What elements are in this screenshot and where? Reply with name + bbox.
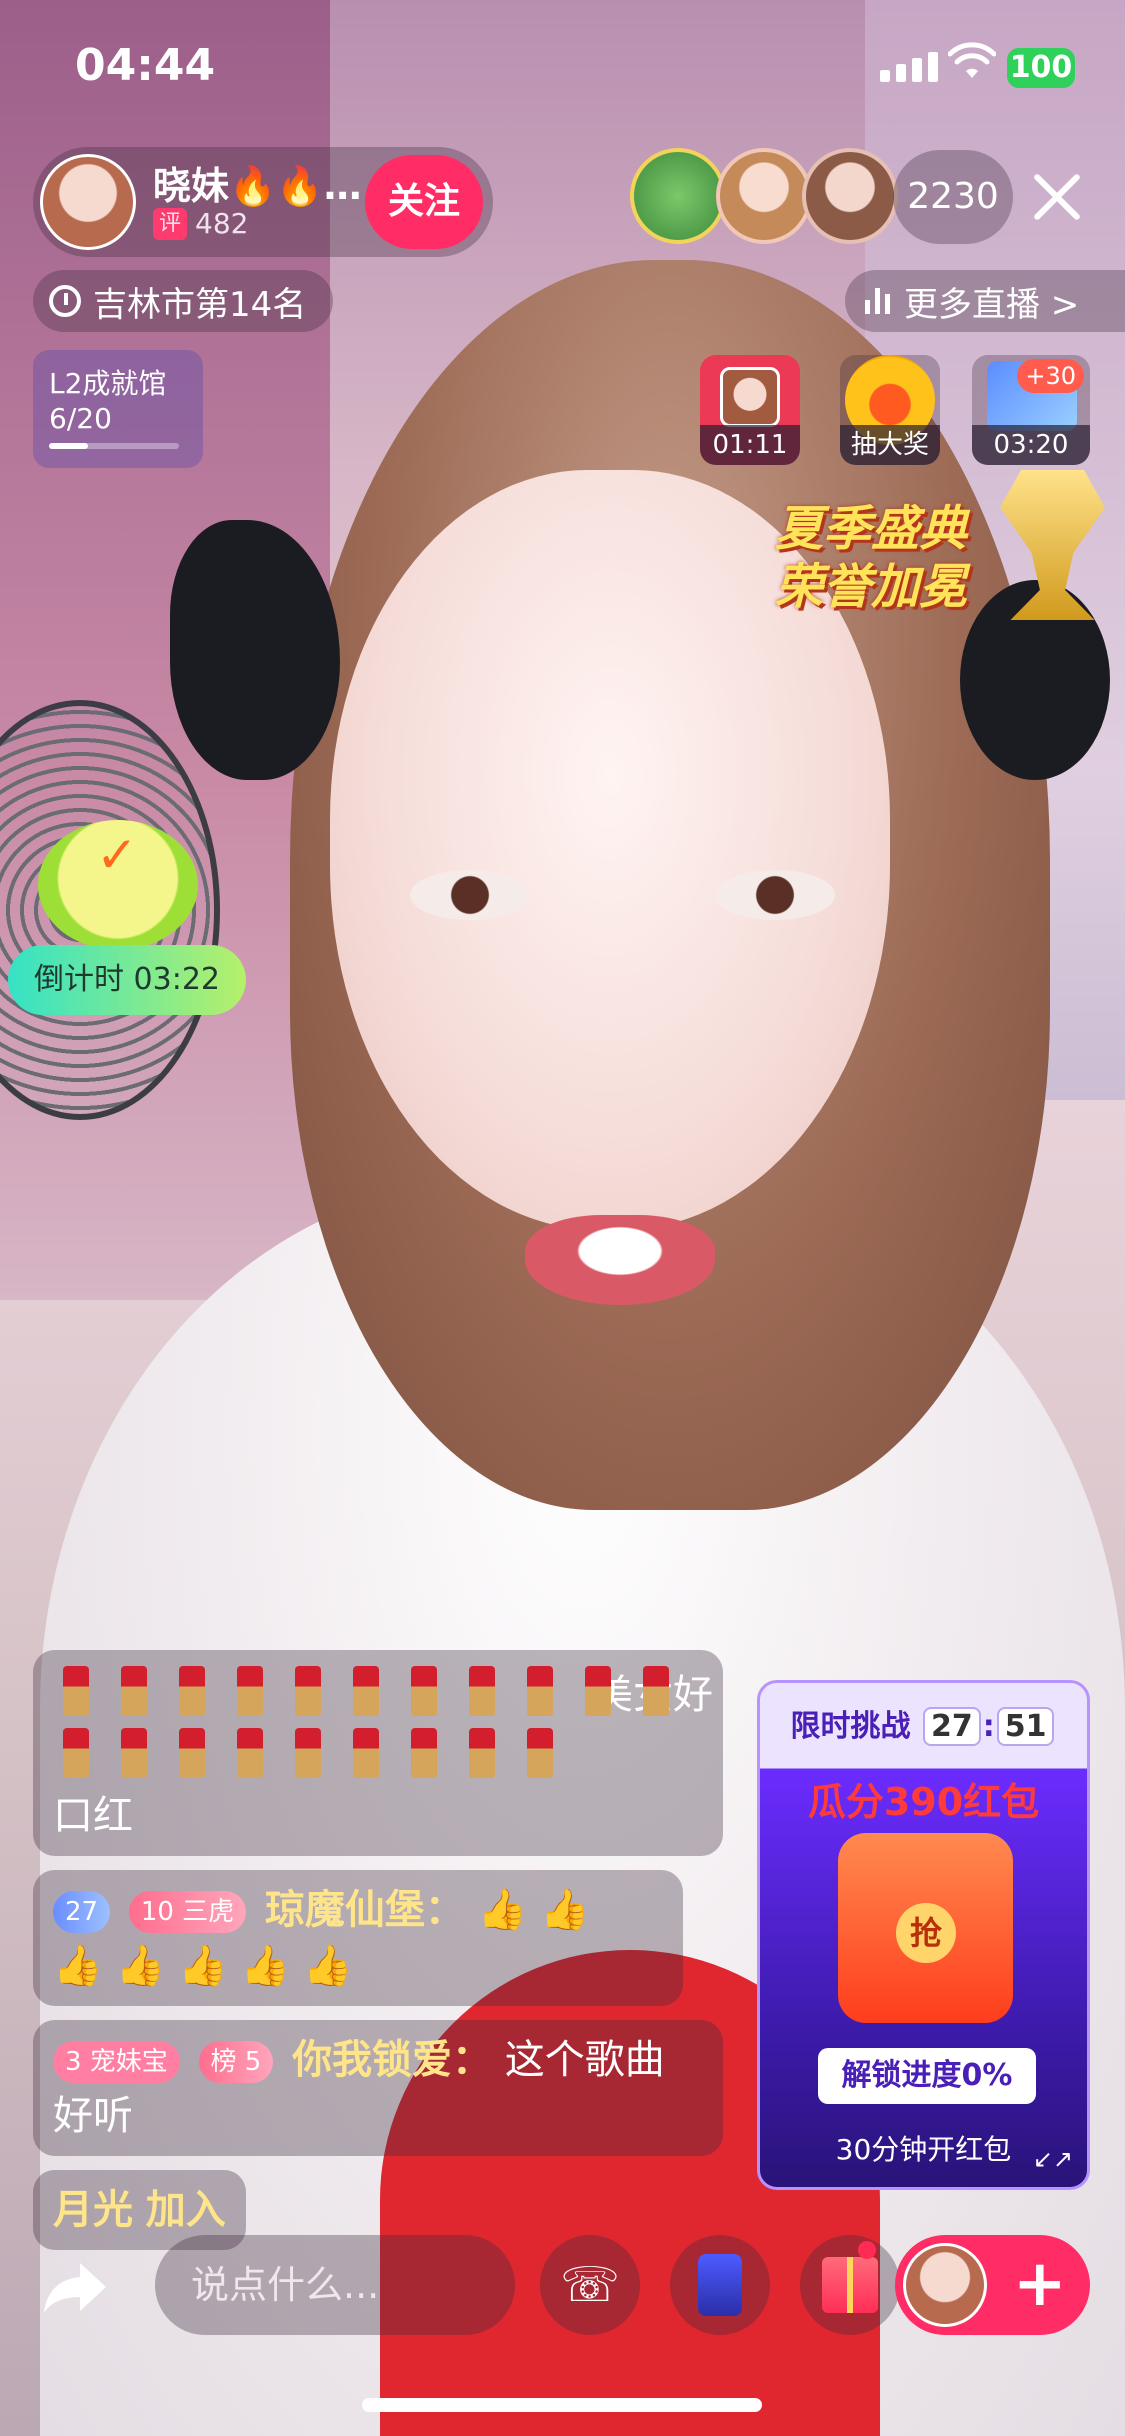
status-time: 04:44 bbox=[75, 40, 216, 91]
lipstick-icon bbox=[121, 1666, 147, 1716]
thumbs-up-icon: 👍 👍 bbox=[477, 1887, 590, 1933]
notification-dot bbox=[858, 2241, 876, 2259]
chat-message[interactable]: 3 宠妹宝 榜 5 你我锁爱： 这个歌曲 好听 bbox=[33, 2020, 723, 2156]
lipstick-icon bbox=[527, 1728, 553, 1778]
home-indicator[interactable] bbox=[362, 2398, 762, 2412]
viewer-avatar[interactable] bbox=[630, 148, 726, 244]
lipstick-icon bbox=[353, 1728, 379, 1778]
viewer-avatar[interactable] bbox=[802, 148, 898, 244]
lipstick-icon bbox=[237, 1728, 263, 1778]
rating-badge: 评 bbox=[153, 207, 187, 240]
join-text: 加入 bbox=[145, 2187, 226, 2233]
red-envelope-icon[interactable] bbox=[838, 1833, 1013, 2023]
host-rating: 评 482 bbox=[153, 207, 248, 240]
timer-seconds: 51 bbox=[996, 1707, 1055, 1746]
avatar bbox=[903, 2243, 987, 2327]
timer-tile-pk[interactable]: 01:11 bbox=[700, 355, 800, 465]
viewer-avatar[interactable] bbox=[716, 148, 812, 244]
join-username[interactable]: 月光 bbox=[53, 2187, 133, 2233]
more-live-button[interactable]: 更多直播 > bbox=[845, 270, 1125, 332]
lipstick-icon bbox=[295, 1666, 321, 1716]
lipstick-icon bbox=[179, 1728, 205, 1778]
thumbs-up-icon: 👍 👍 👍 👍 👍 bbox=[53, 1943, 353, 1989]
more-live-label: 更多直播 > bbox=[904, 284, 1080, 325]
clock-icon bbox=[49, 285, 81, 317]
festival-card-icon[interactable] bbox=[670, 2235, 770, 2335]
challenge-header: 限时挑战 27:51 bbox=[760, 1701, 1087, 1746]
lipstick-icon bbox=[179, 1666, 205, 1716]
lipstick-icon bbox=[353, 1666, 379, 1716]
chat-text: 这个歌曲 bbox=[504, 2037, 665, 2083]
chat-list: 美女好 口红 27 10 三虎 琼魔仙堡： 👍 👍 👍 👍 👍 👍 👍 3 宠妹… bbox=[33, 1650, 723, 2264]
lipstick-icon bbox=[121, 1728, 147, 1778]
cellular-signal-icon bbox=[880, 52, 938, 82]
bar-chart-icon bbox=[865, 288, 890, 314]
chat-message[interactable]: 27 10 三虎 琼魔仙堡： 👍 👍 👍 👍 👍 👍 👍 bbox=[33, 1870, 683, 2006]
fan-club-badge: 3 宠妹宝 bbox=[53, 2041, 180, 2083]
tile-badge: +30 bbox=[1017, 359, 1084, 393]
level-task-progress: 6/20 bbox=[49, 402, 112, 435]
lipstick-icon bbox=[469, 1666, 495, 1716]
status-bar: 04:44 100 bbox=[0, 0, 1125, 130]
bottom-bar: 说点什么... ☏ + bbox=[0, 2235, 1125, 2345]
fan-level-badge: 27 bbox=[53, 1891, 111, 1933]
lipstick-icon bbox=[643, 1666, 669, 1716]
rank-badge: 榜 5 bbox=[198, 2041, 274, 2083]
chat-message[interactable]: 美女好 口红 bbox=[33, 1650, 723, 1856]
lipstick-icon bbox=[63, 1728, 89, 1778]
collapse-icon[interactable]: ↙↗ bbox=[1033, 2145, 1073, 2173]
chat-username[interactable]: 你我锁爱： bbox=[292, 2037, 492, 2083]
level-task-title: L2成就馆 bbox=[49, 367, 167, 400]
chat-text: 好听 bbox=[53, 2093, 133, 2139]
lipstick-icon bbox=[237, 1666, 263, 1716]
battery-indicator: 100 bbox=[1007, 48, 1075, 88]
gift-icon[interactable] bbox=[800, 2235, 900, 2335]
chat-username[interactable]: 琼魔仙堡： bbox=[265, 1887, 465, 1933]
unlock-progress: 解锁进度0% bbox=[818, 2048, 1036, 2104]
lipstick-gift-icons: 美女好 bbox=[53, 1662, 743, 1788]
comment-input[interactable]: 说点什么... bbox=[155, 2235, 515, 2335]
follow-button[interactable]: 关注 bbox=[365, 155, 483, 249]
challenge-title: 限时挑战 bbox=[790, 1709, 911, 1744]
tile-label: 01:11 bbox=[700, 425, 800, 465]
host-avatar[interactable] bbox=[40, 154, 136, 250]
promo-line1: 夏季盛典 bbox=[775, 501, 968, 557]
lipstick-icon bbox=[585, 1666, 611, 1716]
check-mascot-icon[interactable] bbox=[38, 820, 198, 950]
level-task-card[interactable]: L2成就馆 6/20 bbox=[33, 350, 203, 468]
lipstick-icon bbox=[295, 1728, 321, 1778]
popularity-tile[interactable]: +30 03:20 bbox=[972, 355, 1090, 465]
lipstick-icon bbox=[411, 1728, 437, 1778]
add-button[interactable]: + bbox=[895, 2235, 1090, 2335]
lipstick-icon bbox=[63, 1666, 89, 1716]
rating-count: 482 bbox=[195, 207, 249, 240]
city-rank[interactable]: 吉林市第14名 bbox=[33, 270, 333, 332]
lottery-tile[interactable]: 抽大奖 bbox=[840, 355, 940, 465]
avatar bbox=[720, 367, 780, 427]
host-name: 晓妹🔥🔥… bbox=[153, 164, 362, 208]
level-progress-bar bbox=[49, 443, 179, 449]
tile-label: 03:20 bbox=[972, 425, 1090, 465]
rank-label: 吉林市第14名 bbox=[93, 284, 307, 325]
plus-icon: + bbox=[1013, 2247, 1067, 2321]
chat-text: 口红 bbox=[53, 1793, 133, 1839]
tile-label: 抽大奖 bbox=[840, 425, 940, 465]
viewer-count[interactable]: 2230 bbox=[893, 150, 1013, 244]
share-icon[interactable] bbox=[40, 2257, 110, 2317]
countdown-pill[interactable]: 倒计时 03:22 bbox=[8, 945, 246, 1015]
promo-line2: 荣誉加冕 bbox=[775, 559, 968, 615]
call-icon[interactable]: ☏ bbox=[540, 2235, 640, 2335]
timer-minutes: 27 bbox=[922, 1707, 981, 1746]
fan-club-badge: 10 三虎 bbox=[128, 1891, 247, 1933]
timer-separator: : bbox=[982, 1709, 995, 1744]
red-packet-challenge[interactable]: 限时挑战 27:51 瓜分390红包 解锁进度0% 30分钟开红包 ↙↗ bbox=[757, 1680, 1090, 2190]
lipstick-icon bbox=[527, 1666, 553, 1716]
top-viewers[interactable] bbox=[630, 148, 898, 244]
lipstick-icon bbox=[411, 1666, 437, 1716]
summer-festival-banner[interactable]: 夏季盛典 荣誉加冕 bbox=[775, 500, 967, 616]
packet-title: 瓜分390红包 bbox=[807, 1780, 1040, 1824]
lipstick-icon bbox=[469, 1728, 495, 1778]
wifi-icon bbox=[948, 42, 996, 78]
close-icon[interactable] bbox=[1030, 168, 1086, 224]
